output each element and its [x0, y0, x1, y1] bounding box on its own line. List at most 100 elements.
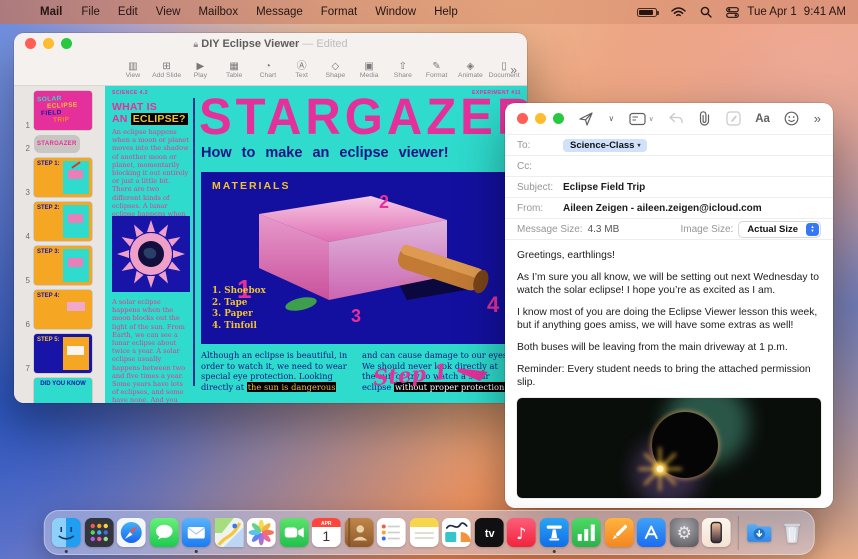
battery-icon[interactable]: [637, 8, 657, 17]
menu-item[interactable]: Mailbox: [198, 6, 238, 18]
toolbar-overflow-button[interactable]: »: [510, 63, 517, 77]
tv-label: tv: [484, 528, 495, 540]
slide-thumbnail-2-selected[interactable]: 2 STARGAZER: [14, 135, 105, 153]
zoom-button[interactable]: [553, 113, 564, 124]
attach-icon[interactable]: [698, 111, 711, 126]
slide-thumbnail-6[interactable]: 6 STEP 4:: [14, 290, 105, 329]
dock-facetime[interactable]: [279, 518, 308, 547]
cc-field[interactable]: Cc:: [505, 155, 833, 176]
dock-iphone-mirroring[interactable]: [702, 518, 731, 547]
subject-field[interactable]: Subject: Eclipse Field Trip: [505, 176, 833, 197]
slide-navigator: 1 SOLAR ECLIPSE FIELD TRIP 2 STARGAZER 3…: [14, 86, 105, 403]
search-icon[interactable]: [700, 6, 712, 18]
toolbar-button[interactable]: ⇧ Share: [386, 61, 420, 79]
dock-keynote[interactable]: [539, 518, 568, 547]
menu-item[interactable]: Help: [434, 6, 458, 18]
slide-canvas[interactable]: SCIENCE 4.2 EXPERIMENT #11 WHAT IS AN EC…: [105, 86, 527, 403]
dock-pages[interactable]: [604, 518, 633, 547]
calendar-month: APR: [321, 521, 332, 527]
dock-freeform[interactable]: [442, 518, 471, 547]
wifi-icon[interactable]: [671, 7, 686, 18]
dock-downloads-folder[interactable]: [745, 518, 774, 547]
menu-item[interactable]: Format: [321, 6, 357, 18]
toolbar-icon: ▥: [128, 61, 137, 72]
dock-calendar[interactable]: APR1: [312, 518, 341, 547]
menu-item[interactable]: Edit: [118, 6, 138, 18]
close-button[interactable]: [25, 38, 36, 49]
dock-messages[interactable]: [149, 518, 178, 547]
dock-launchpad[interactable]: [84, 518, 113, 547]
toolbar-button[interactable]: ✎ Format: [420, 61, 454, 79]
recipient-token[interactable]: Science-Class ▾: [563, 139, 647, 152]
toolbar-button[interactable]: ▶ Play: [184, 61, 218, 79]
dock-photos[interactable]: [247, 518, 276, 547]
dock-maps[interactable]: [214, 518, 243, 547]
slide-header-left: SCIENCE 4.2: [112, 90, 148, 96]
dock-tv[interactable]: tv: [474, 518, 503, 547]
toolbar-icon: ⊞: [162, 61, 170, 72]
format-text-button[interactable]: Aa: [755, 113, 770, 125]
toolbar-button[interactable]: Ⓐ Text: [285, 61, 319, 79]
minimize-button[interactable]: [43, 38, 54, 49]
mail-compose-window: ∨ ∨ Aa » To: Science-Class ▾: [505, 103, 833, 508]
menu-item[interactable]: File: [81, 6, 100, 18]
dock-finder[interactable]: [52, 518, 81, 547]
control-center-icon[interactable]: [726, 7, 739, 18]
dock-contacts[interactable]: [344, 518, 373, 547]
reply-icon[interactable]: [668, 112, 684, 125]
dock-music[interactable]: ♪: [507, 518, 536, 547]
menu-bar: Mail File Edit View Mailbox Message Format Win…: [0, 0, 858, 24]
toolbar-button[interactable]: ▥ View: [116, 61, 150, 79]
dock-notes[interactable]: [409, 518, 438, 547]
to-field[interactable]: To: Science-Class ▾: [505, 134, 833, 155]
menu-items: File Edit View Mailbox Message Format Window He…: [72, 6, 466, 18]
dock-app-store[interactable]: [637, 518, 666, 547]
slide-thumbnail-7[interactable]: 7 STEP 5:: [14, 334, 105, 373]
slide-thumbnail-8[interactable]: 8 DID YOU KNOW: [14, 378, 105, 403]
dock-reminders[interactable]: [377, 518, 406, 547]
token-chevron-icon: ▾: [637, 142, 640, 149]
toolbar-icon: ◔: [265, 61, 271, 72]
dock-numbers[interactable]: [572, 518, 601, 547]
mail-toolbar: ∨ ∨ Aa »: [505, 103, 833, 134]
dock-settings[interactable]: ⚙: [669, 518, 698, 547]
window-controls: [517, 113, 564, 124]
menu-item[interactable]: Window: [375, 6, 416, 18]
menu-item[interactable]: View: [156, 6, 181, 18]
markup-icon[interactable]: [726, 111, 741, 126]
zoom-button[interactable]: [61, 38, 72, 49]
slide-thumbnail-4[interactable]: 4 STEP 2:: [14, 202, 105, 241]
lock-icon: 🔒︎: [193, 39, 198, 49]
slide-heading: WHAT IS AN ECLIPSE?: [112, 101, 188, 125]
slide-thumbnail-1[interactable]: 1 SOLAR ECLIPSE FIELD TRIP: [14, 91, 105, 130]
send-options-chevron-icon[interactable]: ∨: [608, 114, 614, 123]
send-button[interactable]: [578, 111, 594, 127]
image-size-select[interactable]: Actual Size ▲▼: [738, 221, 821, 238]
slide-thumbnail-5[interactable]: 5 STEP 3:: [14, 246, 105, 285]
menu-item[interactable]: Message: [256, 6, 303, 18]
toolbar-button[interactable]: ▦ Table: [217, 61, 251, 79]
toolbar-button[interactable]: ▣ Media: [352, 61, 386, 79]
header-fields-button[interactable]: ∨: [629, 112, 654, 126]
message-size-value: 4.3 MB: [588, 224, 620, 235]
from-field[interactable]: From: Aileen Zeigen - aileen.zeigen@iclo…: [505, 197, 833, 218]
dock-safari[interactable]: [117, 518, 146, 547]
app-menu-mail[interactable]: Mail: [40, 6, 62, 18]
menu-clock[interactable]: Tue Apr 1 9:41 AM: [747, 6, 846, 18]
toolbar-button[interactable]: ⊞ Add Slide: [150, 61, 184, 79]
from-value: Aileen Zeigen - aileen.zeigen@icloud.com: [563, 203, 762, 214]
message-body-editor[interactable]: Greetings, earthlings!As I’m sure you al…: [505, 239, 833, 396]
toolbar-button[interactable]: ◇ Shape: [319, 61, 353, 79]
dock-trash[interactable]: [777, 518, 806, 547]
toolbar-overflow-button[interactable]: »: [814, 111, 821, 126]
emoji-icon[interactable]: [784, 111, 799, 126]
materials-item: 2. Tape: [212, 298, 266, 310]
close-button[interactable]: [517, 113, 528, 124]
toolbar-button[interactable]: ◈ Animate: [454, 61, 488, 79]
toolbar-button[interactable]: ◔ Chart: [251, 61, 285, 79]
eclipse-photo-attachment[interactable]: [517, 398, 821, 498]
dock-mail[interactable]: [182, 518, 211, 547]
slide-paragraph-2: A solar eclipse happens when the moon bl…: [112, 298, 189, 403]
slide-thumbnail-3[interactable]: 3 STEP 1:: [14, 158, 105, 197]
minimize-button[interactable]: [535, 113, 546, 124]
